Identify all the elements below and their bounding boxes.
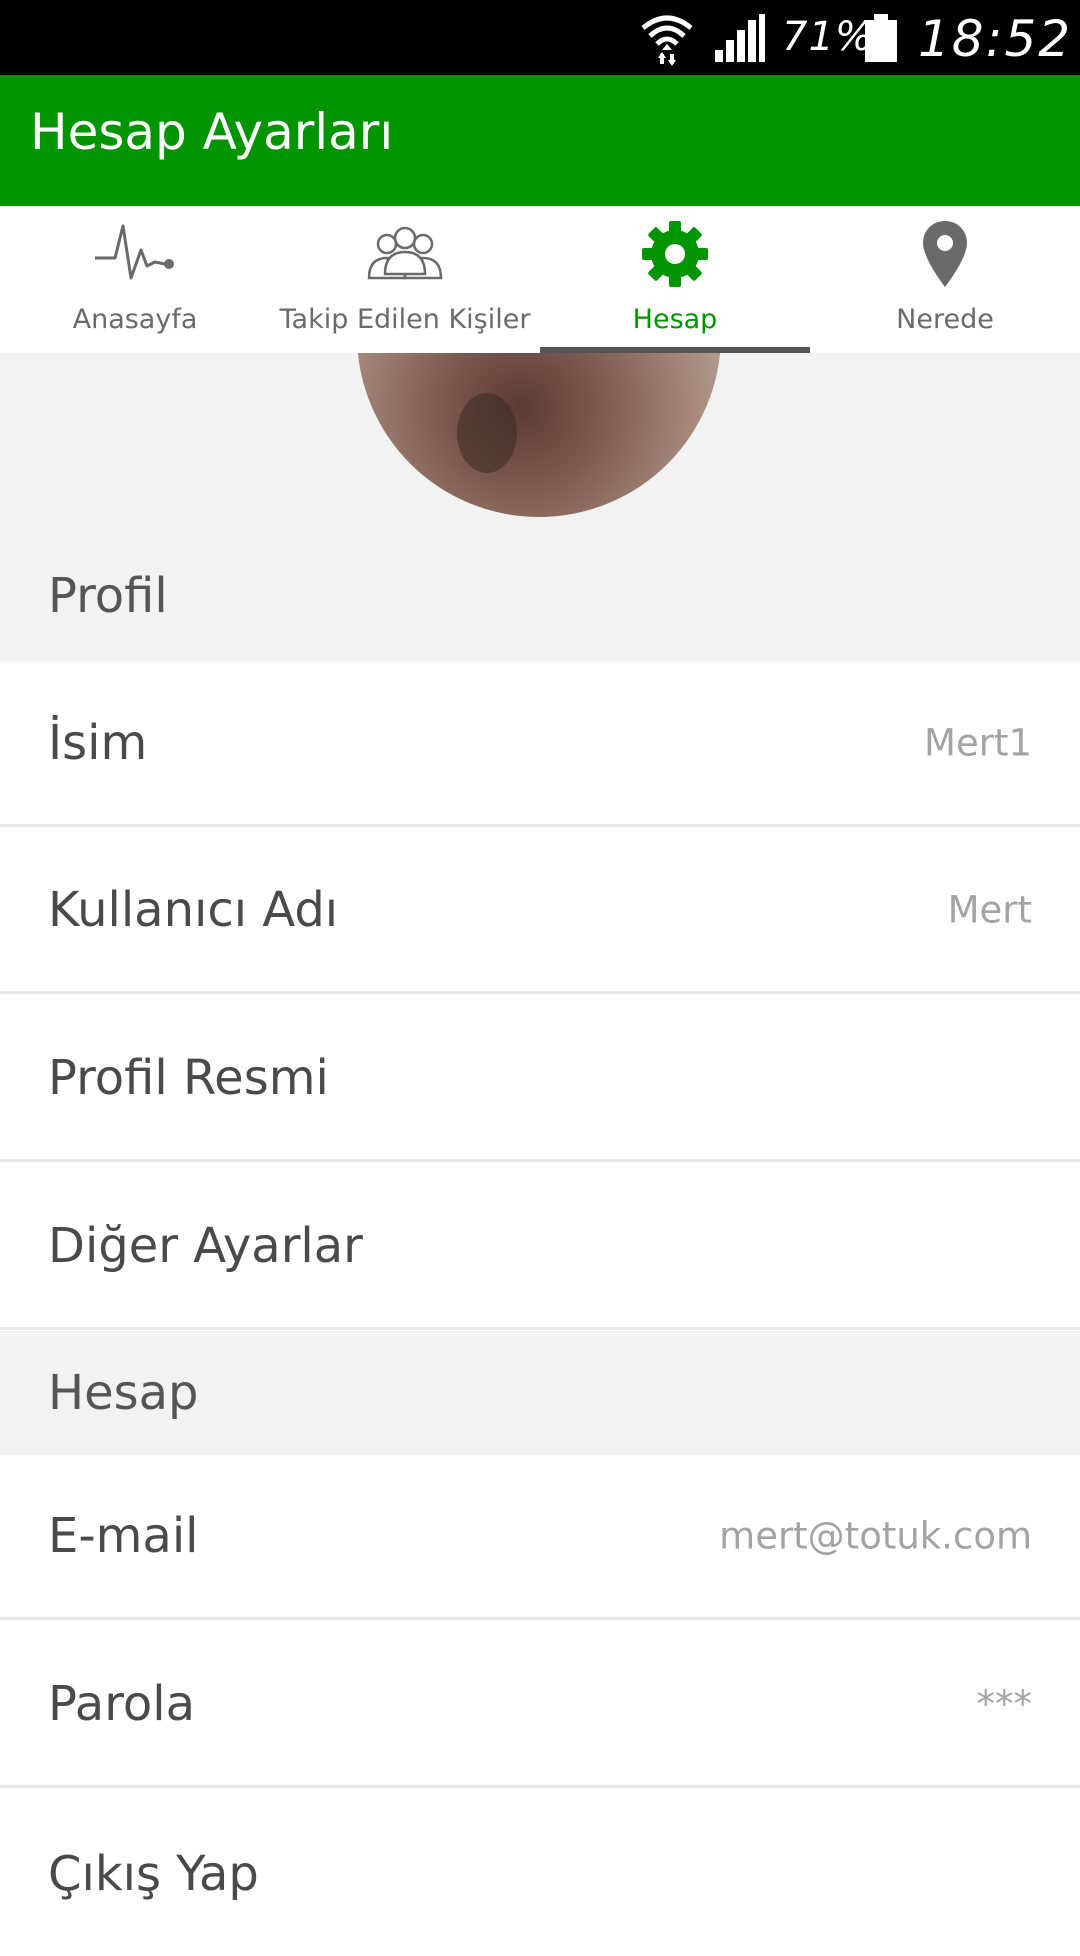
section-title: Profil [48,568,168,624]
setting-value: Mert [947,888,1032,932]
profile-header [0,353,1080,530]
section-title: Hesap [48,1365,199,1421]
tab-nerede[interactable]: Nerede [810,206,1080,353]
tab-label: Nerede [896,304,994,335]
section-header-hesap: Hesap [0,1331,1080,1455]
tab-label: Hesap [632,304,718,335]
status-bar: 71% 18:52 [0,0,1080,75]
setting-row-isim[interactable]: İsim Mert1 [0,662,1080,827]
people-icon [270,214,540,294]
signal-icon [715,14,765,67]
tab-bar: Anasayfa Takip Edilen Kişiler Hesap Nere… [0,206,1080,356]
setting-label: Profil Resmi [48,1050,329,1106]
setting-row-profil-resmi[interactable]: Profil Resmi [0,997,1080,1162]
setting-row-cikis-yap[interactable]: Çıkış Yap [0,1791,1080,1956]
setting-value: Mert1 [924,721,1032,765]
setting-label: Parola [48,1676,195,1732]
battery-percent: 71% [782,14,874,60]
tab-anasayfa[interactable]: Anasayfa [0,206,270,353]
tab-takip-edilen-kisiler[interactable]: Takip Edilen Kişiler [270,206,540,353]
location-pin-icon [810,214,1080,294]
setting-value: *** [976,1682,1033,1726]
setting-label: Diğer Ayarlar [48,1218,363,1274]
tab-hesap[interactable]: Hesap [540,206,810,353]
clock: 18:52 [918,10,1073,68]
gear-icon [540,214,810,294]
setting-label: E-mail [48,1508,199,1564]
pulse-icon [0,214,270,294]
setting-value: mert@totuk.com [719,1514,1032,1558]
section-header-profil: Profil [0,530,1080,662]
setting-label: Çıkış Yap [48,1845,259,1902]
setting-label: İsim [48,715,148,771]
tab-label: Anasayfa [72,304,198,335]
tab-label: Takip Edilen Kişiler [279,304,531,335]
wifi-icon [640,10,694,71]
setting-row-diger-ayarlar[interactable]: Diğer Ayarlar [0,1165,1080,1330]
setting-row-kullanici-adi[interactable]: Kullanıcı Adı Mert [0,829,1080,994]
setting-label: Kullanıcı Adı [48,882,339,938]
app-bar: Hesap Ayarları [0,75,1080,206]
battery-icon [865,14,897,67]
setting-row-parola[interactable]: Parola *** [0,1623,1080,1788]
page-title: Hesap Ayarları [30,103,394,161]
setting-row-email[interactable]: E-mail mert@totuk.com [0,1455,1080,1620]
avatar[interactable] [357,353,721,517]
